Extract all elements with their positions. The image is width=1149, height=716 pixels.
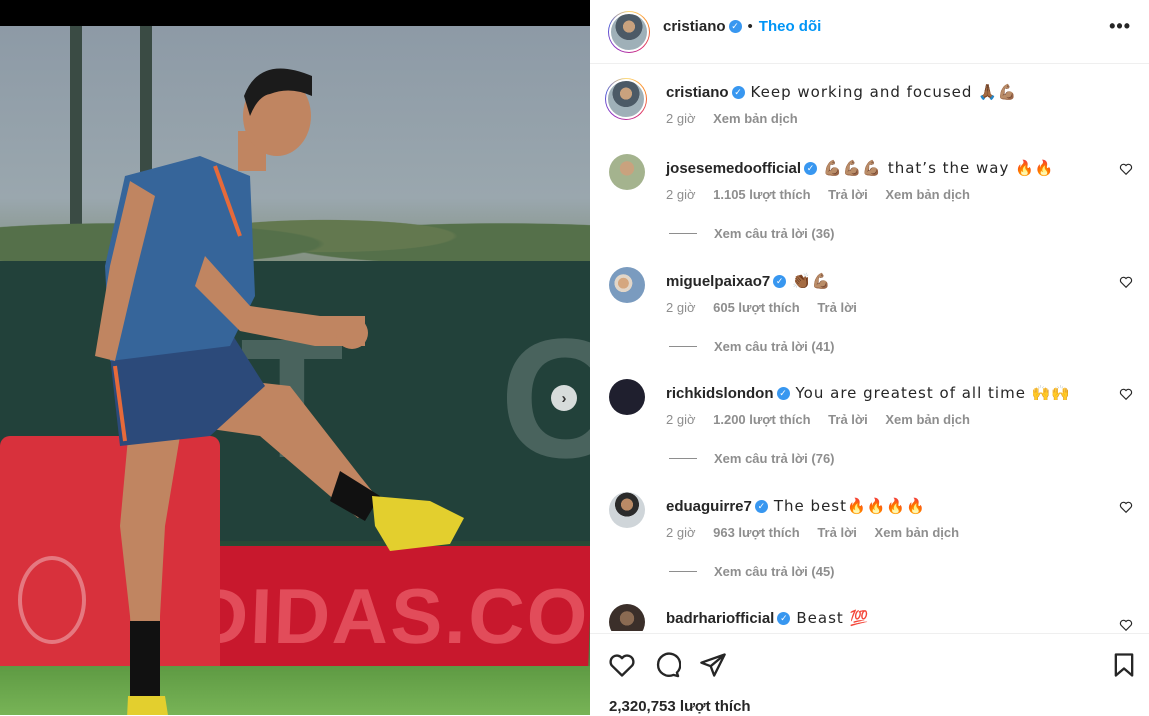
chevron-right-icon: › xyxy=(561,389,567,407)
comment-like-heart-icon[interactable] xyxy=(1119,162,1133,176)
comment-like-count[interactable]: 605 lượt thích xyxy=(713,300,800,315)
comment-username[interactable]: richkidslondon xyxy=(666,385,774,402)
caption-translate-link[interactable]: Xem bản dịch xyxy=(713,111,798,126)
header-user-row: cristiano ✓ • Theo dõi xyxy=(663,18,821,35)
comment-like-count[interactable]: 1.105 lượt thích xyxy=(713,187,810,202)
comment-line: josesemedoofficial ✓ 💪🏽💪🏽💪🏽 that’s the w… xyxy=(666,159,1055,177)
comment-item: badrhariofficial ✓ Beast 💯 xyxy=(590,604,1149,631)
verified-badge-icon: ✓ xyxy=(776,386,790,400)
comment-username[interactable]: badrhariofficial xyxy=(666,610,774,627)
comment-username[interactable]: josesemedoofficial xyxy=(666,160,801,177)
view-replies-label: Xem câu trả lời (45) xyxy=(714,564,835,579)
media-top-bar xyxy=(0,0,590,26)
player-figure xyxy=(95,68,464,715)
comment-time: 2 giờ xyxy=(666,525,696,540)
comment-meta: 2 giờ 1.200 lượt thích Trả lời Xem bản d… xyxy=(666,412,984,427)
view-replies-label: Xem câu trả lời (36) xyxy=(714,226,835,241)
verified-badge-icon: ✓ xyxy=(728,20,742,33)
reply-button[interactable]: Trả lời xyxy=(828,412,868,427)
view-replies-label: Xem câu trả lời (41) xyxy=(714,339,835,354)
comment-like-count[interactable]: 1.200 lượt thích xyxy=(713,412,810,427)
translate-link[interactable]: Xem bản dịch xyxy=(885,187,970,202)
comment-text: The best🔥🔥🔥🔥 xyxy=(773,497,926,515)
ellipsis-icon: ••• xyxy=(1109,16,1131,36)
reply-button[interactable]: Trả lời xyxy=(817,300,857,315)
comment-line: richkidslondon ✓ You are greatest of all… xyxy=(666,384,1071,402)
comment-item: eduaguirre7 ✓ The best🔥🔥🔥🔥 2 giờ 963 lượ… xyxy=(590,492,1149,592)
caption-meta: 2 giờ Xem bản dịch xyxy=(666,111,812,126)
comment-time: 2 giờ xyxy=(666,187,696,202)
comment-meta: 2 giờ 963 lượt thích Trả lời Xem bản dịc… xyxy=(666,525,973,540)
comment-line: miguelpaixao7 ✓ 👏🏾💪🏽 xyxy=(666,272,832,290)
replies-divider xyxy=(669,458,697,459)
translate-link[interactable]: Xem bản dịch xyxy=(875,525,960,540)
verified-badge-icon: ✓ xyxy=(731,85,745,99)
verified-badge-icon: ✓ xyxy=(773,274,787,288)
comment-username[interactable]: eduaguirre7 xyxy=(666,498,752,515)
comment-item: josesemedoofficial ✓ 💪🏽💪🏽💪🏽 that’s the w… xyxy=(590,154,1149,254)
view-replies-button[interactable]: Xem câu trả lời (45) xyxy=(669,564,835,579)
heart-icon[interactable] xyxy=(608,651,636,679)
replies-divider xyxy=(669,346,697,347)
post-like-count[interactable]: 2,320,753 lượt thích xyxy=(609,698,751,715)
comment-time: 2 giờ xyxy=(666,412,696,427)
comment-like-count[interactable]: 963 lượt thích xyxy=(713,525,800,540)
comment-item: richkidslondon ✓ You are greatest of all… xyxy=(590,379,1149,479)
comment-item: miguelpaixao7 ✓ 👏🏾💪🏽 2 giờ 605 lượt thíc… xyxy=(590,267,1149,367)
reply-button[interactable]: Trả lời xyxy=(828,187,868,202)
verified-badge-icon: ✓ xyxy=(754,499,768,513)
comment-meta: 2 giờ 605 lượt thích Trả lời xyxy=(666,300,871,315)
reply-button[interactable]: Trả lời xyxy=(817,525,857,540)
caption-line: cristiano ✓ Keep working and focused 🙏🏾💪… xyxy=(666,83,1018,101)
next-media-button[interactable]: › xyxy=(551,385,577,411)
comments-list[interactable]: cristiano ✓ Keep working and focused 🙏🏾💪… xyxy=(590,64,1149,631)
author-avatar[interactable] xyxy=(608,11,650,53)
post-caption: cristiano ✓ Keep working and focused 🙏🏾💪… xyxy=(590,78,1149,138)
comment-like-heart-icon[interactable] xyxy=(1119,500,1133,514)
view-replies-label: Xem câu trả lời (76) xyxy=(714,451,835,466)
paper-plane-icon[interactable] xyxy=(699,651,727,679)
bookmark-icon[interactable] xyxy=(1110,651,1138,679)
comment-line: badrhariofficial ✓ Beast 💯 xyxy=(666,609,869,627)
caption-author-avatar[interactable] xyxy=(605,78,647,120)
view-replies-button[interactable]: Xem câu trả lời (76) xyxy=(669,451,835,466)
comment-time: 2 giờ xyxy=(666,300,696,315)
comment-like-heart-icon[interactable] xyxy=(1119,387,1133,401)
comment-text: 💪🏽💪🏽💪🏽 that’s the way 🔥🔥 xyxy=(823,159,1055,177)
translate-link[interactable]: Xem bản dịch xyxy=(885,412,970,427)
comment-line: eduaguirre7 ✓ The best🔥🔥🔥🔥 xyxy=(666,497,926,515)
comment-text: You are greatest of all time 🙌🙌 xyxy=(795,384,1072,402)
post-details-panel: cristiano ✓ • Theo dõi ••• cristiano ✓ K… xyxy=(590,0,1149,715)
commenter-avatar[interactable] xyxy=(609,154,645,190)
more-options-button[interactable]: ••• xyxy=(1109,16,1131,37)
comment-meta: 2 giờ 1.105 lượt thích Trả lời Xem bản d… xyxy=(666,187,984,202)
commenter-avatar[interactable] xyxy=(609,604,645,631)
post-header: cristiano ✓ • Theo dõi ••• xyxy=(590,0,1149,64)
caption-username[interactable]: cristiano xyxy=(666,84,729,101)
replies-divider xyxy=(669,571,697,572)
view-replies-button[interactable]: Xem câu trả lời (36) xyxy=(669,226,835,241)
verified-badge-icon: ✓ xyxy=(777,611,791,625)
commenter-avatar[interactable] xyxy=(609,492,645,528)
author-username[interactable]: cristiano xyxy=(663,18,726,35)
view-replies-button[interactable]: Xem câu trả lời (41) xyxy=(669,339,835,354)
post-media[interactable]: T C ADIDAS.COM xyxy=(0,0,590,715)
comment-like-heart-icon[interactable] xyxy=(1119,618,1133,631)
post-actions: 2,320,753 lượt thích xyxy=(590,633,1149,716)
comment-username[interactable]: miguelpaixao7 xyxy=(666,273,770,290)
follow-button[interactable]: Theo dõi xyxy=(759,18,822,35)
caption-time: 2 giờ xyxy=(666,111,696,126)
separator-dot: • xyxy=(747,18,753,35)
commenter-avatar[interactable] xyxy=(609,267,645,303)
comment-text: 👏🏾💪🏽 xyxy=(792,272,832,290)
comment-like-heart-icon[interactable] xyxy=(1119,275,1133,289)
comment-bubble-icon[interactable] xyxy=(653,651,681,679)
comment-text: Beast 💯 xyxy=(796,609,870,627)
caption-text: Keep working and focused 🙏🏾💪🏽 xyxy=(750,83,1018,101)
replies-divider xyxy=(669,233,697,234)
commenter-avatar[interactable] xyxy=(609,379,645,415)
verified-badge-icon: ✓ xyxy=(804,161,818,175)
training-photo: T C ADIDAS.COM xyxy=(0,26,590,715)
